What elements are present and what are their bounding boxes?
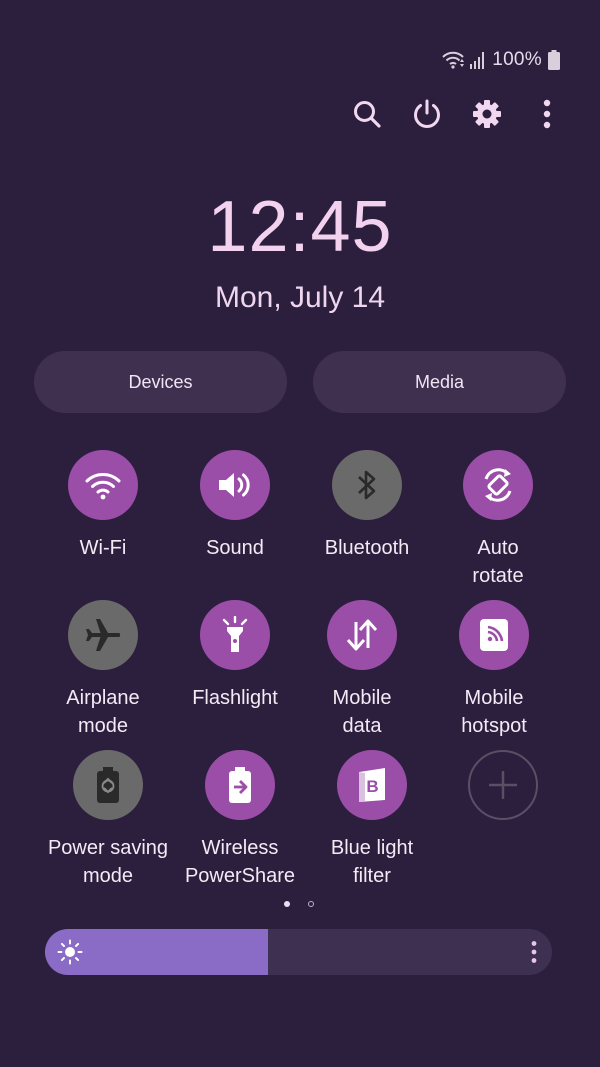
flashlight-icon [222,616,248,652]
tile-blue-light-filter-toggle[interactable]: B [337,750,407,820]
more-options-button[interactable] [525,92,569,136]
tile-sound-toggle[interactable] [200,450,270,520]
power-icon [414,99,440,128]
sun-icon [57,939,83,965]
devices-button[interactable]: Devices [34,351,287,413]
tile-sound[interactable]: Sound [170,450,300,562]
data-arrows-icon [346,619,378,651]
add-tile-button[interactable] [468,750,538,820]
page-indicator-inactive [308,901,314,907]
tile-mobile-hotspot-toggle[interactable] [459,600,529,670]
media-label: Media [414,371,465,392]
battery-saver-icon [97,767,119,803]
tile-label: Airplane [66,687,140,709]
tile-wifi[interactable]: Wi-Fi [38,450,168,562]
tile-flashlight[interactable]: Flashlight [170,600,300,712]
tile-wireless-powershare[interactable]: Wireless PowerShare [175,750,305,890]
blue-light-filter-icon: B [359,768,385,802]
media-button[interactable]: Media [313,351,566,413]
tile-label-line2: PowerShare [184,865,296,887]
tile-mobile-data-toggle[interactable] [327,600,397,670]
tile-label-line2: mode [77,715,129,737]
battery-percent: 100% [492,49,542,70]
tile-flashlight-toggle[interactable] [200,600,270,670]
plus-icon [489,771,517,799]
tile-label: Blue light [330,837,414,859]
tile-bluetooth-toggle[interactable] [332,450,402,520]
page-indicator-active [284,901,290,907]
svg-text:B: B [366,777,378,796]
tile-label: Mobile [332,687,392,709]
tile-label: Bluetooth [324,537,410,559]
signal-icon [470,52,485,69]
tile-add[interactable] [438,750,568,820]
bluetooth-icon [358,470,376,500]
tile-power-saving-toggle[interactable] [73,750,143,820]
tile-blue-light-filter[interactable]: B Blue light filter [307,750,437,890]
tile-label-line2: hotspot [461,715,527,737]
tile-label: Power saving [47,837,169,859]
clock-date[interactable]: Mon, July 14 [0,281,600,315]
powershare-icon [229,767,251,803]
wifi-status-icon [442,51,465,69]
tile-label: Wi-Fi [79,537,127,559]
tile-label: Sound [206,537,264,559]
rotate-icon [484,468,512,502]
wifi-icon [85,473,121,500]
brightness-slider[interactable] [45,929,552,975]
tile-label-line2: data [342,715,382,737]
tile-mobile-hotspot[interactable]: Mobile hotspot [429,600,559,740]
battery-icon [548,50,560,70]
tile-power-saving[interactable]: Power saving mode [43,750,173,890]
tile-airplane-toggle[interactable] [68,600,138,670]
tile-wifi-toggle[interactable] [68,450,138,520]
search-icon [354,101,381,128]
gear-icon [473,100,501,128]
tile-label: Flashlight [192,687,278,709]
power-button[interactable] [405,92,449,136]
clock-time[interactable]: 12:45 [0,186,600,268]
tile-label-line2: mode [82,865,134,887]
tile-label-line2: rotate [472,565,524,587]
tile-bluetooth[interactable]: Bluetooth [302,450,432,562]
settings-button[interactable] [465,92,509,136]
tile-label: Wireless [201,837,279,859]
search-button[interactable] [345,92,389,136]
tile-mobile-data[interactable]: Mobile data [297,600,427,740]
devices-label: Devices [128,371,193,392]
status-bar: 100% [442,47,560,73]
brightness-more-icon[interactable] [530,940,538,964]
tile-auto-rotate[interactable]: Auto rotate [433,450,563,590]
tile-airplane-mode[interactable]: Airplane mode [38,600,168,740]
more-vert-icon [543,99,551,129]
hotspot-icon [480,619,508,651]
airplane-icon [86,619,121,651]
tile-label-line2: filter [353,865,391,887]
speaker-icon [219,473,250,497]
tile-label: Auto [477,537,519,559]
tile-wireless-powershare-toggle[interactable] [205,750,275,820]
tile-label: Mobile [464,687,524,709]
tile-auto-rotate-toggle[interactable] [463,450,533,520]
